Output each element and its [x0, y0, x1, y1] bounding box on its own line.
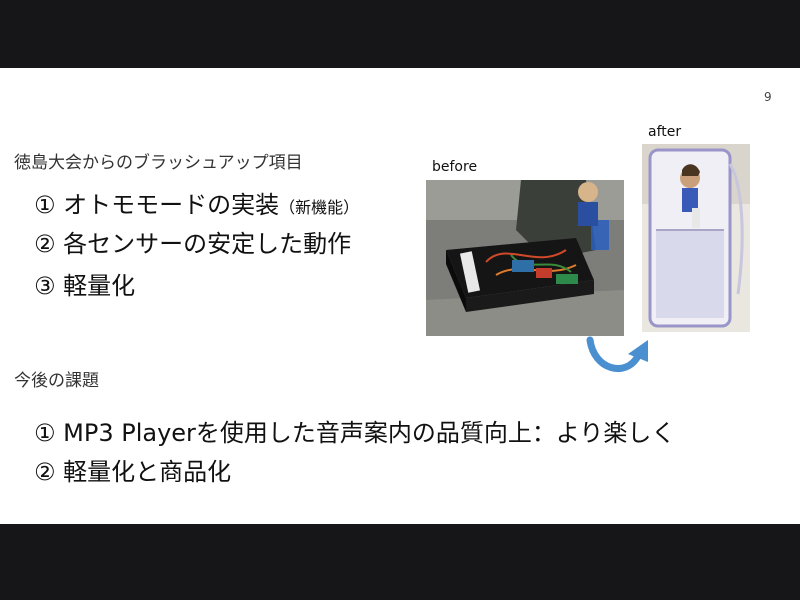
- page-number: 9: [764, 90, 772, 104]
- after-label: after: [648, 124, 682, 140]
- before-to-after-arrow-icon: [586, 336, 648, 372]
- before-photo: [426, 180, 624, 336]
- brushup-item-1-note: （新機能）: [279, 198, 360, 217]
- task-item-2: ② 軽量化と商品化: [34, 458, 232, 486]
- bottom-letterbox: [0, 524, 800, 600]
- after-photo: [642, 144, 750, 332]
- top-letterbox: [0, 0, 800, 68]
- brushup-item-1-text: ① オトモモードの実装: [34, 191, 280, 219]
- task-item-1: ① MP3 Playerを使用した音声案内の品質向上：より楽しく: [34, 419, 676, 447]
- presentation-slide: 9 徳島大会からのブラッシュアップ項目 ① オトモモードの実装（新機能） ② 各…: [0, 68, 800, 524]
- after-photo-image: [642, 144, 750, 332]
- brushup-item-1: ① オトモモードの実装（新機能）: [34, 185, 359, 220]
- before-photo-image: [426, 180, 624, 336]
- section-heading-brushup: 徳島大会からのブラッシュアップ項目: [14, 153, 303, 173]
- before-label: before: [432, 159, 478, 175]
- brushup-item-3: ③ 軽量化: [34, 272, 136, 300]
- section-heading-future-tasks: 今後の課題: [14, 371, 99, 391]
- brushup-item-2: ② 各センサーの安定した動作: [34, 230, 352, 258]
